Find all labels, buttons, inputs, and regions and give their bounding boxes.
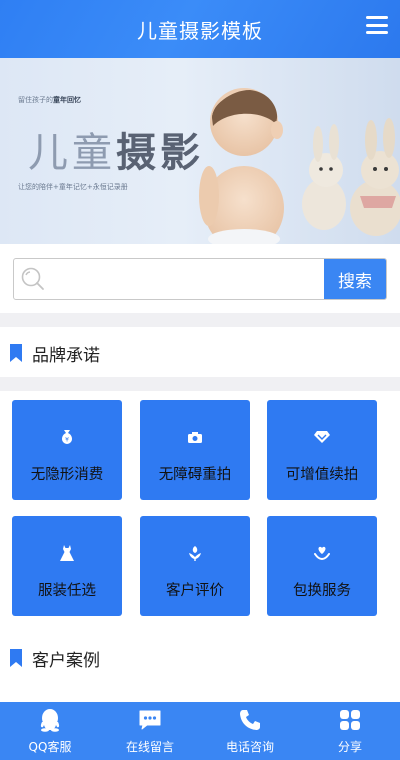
nav-item-qq[interactable]: QQ客服	[0, 702, 100, 760]
search-icon	[14, 259, 52, 299]
page-title: 儿童摄影模板	[137, 18, 263, 43]
svg-text:¥: ¥	[65, 437, 69, 444]
promise-card[interactable]: 包换服务	[267, 516, 377, 616]
promise-card-label: 服装任选	[38, 583, 96, 599]
nav-label: 在线留言	[125, 739, 174, 754]
section-title-label: 品牌承诺	[32, 345, 100, 366]
nav-label: QQ客服	[28, 739, 72, 754]
bottom-nav: QQ客服 在线留言 电话咨询 分享	[0, 702, 400, 760]
heart-hand-icon	[313, 544, 331, 562]
qq-icon	[38, 708, 62, 732]
hero-banner[interactable]: 留住孩子的童年回忆 儿童摄影 让您的陪伴+童年记忆+永恒记录册	[0, 58, 400, 244]
promise-card-label: 客户评价	[166, 583, 224, 599]
nav-label: 电话咨询	[225, 739, 274, 754]
nav-item-message[interactable]: 在线留言	[100, 702, 200, 760]
banner-subtitle: 让您的陪伴+童年记忆+永恒记录册	[18, 183, 128, 191]
section-title-cases: 客户案例	[10, 646, 100, 671]
search-button[interactable]: 搜索	[324, 259, 386, 299]
section-title-label: 客户案例	[32, 650, 100, 671]
phone-icon	[238, 708, 262, 732]
camera-icon	[186, 428, 204, 446]
promise-card-label: 可增值续拍	[285, 467, 359, 483]
promise-card[interactable]: 无障碍重拍	[140, 400, 250, 500]
search-input[interactable]	[52, 259, 324, 299]
bookmark-icon	[10, 344, 22, 362]
money-bag-icon: ¥	[58, 428, 76, 446]
promise-card[interactable]: ¥ 无隐形消费	[12, 400, 122, 500]
dress-icon	[58, 544, 76, 562]
nav-item-share[interactable]: 分享	[300, 702, 400, 760]
bookmark-icon	[10, 649, 22, 667]
app-header: 儿童摄影模板	[0, 0, 400, 58]
promise-card-label: 包换服务	[293, 583, 351, 599]
promise-card-label: 无隐形消费	[30, 467, 104, 483]
search-bar: 搜索	[13, 258, 387, 300]
banner-tagline: 留住孩子的童年回忆	[18, 96, 81, 104]
nav-label: 分享	[337, 739, 362, 754]
nav-item-phone[interactable]: 电话咨询	[200, 702, 300, 760]
flower-icon	[186, 544, 204, 562]
promise-card-label: 无障碍重拍	[158, 467, 232, 483]
section-title-brand: 品牌承诺	[10, 341, 100, 366]
diamond-icon	[313, 428, 331, 446]
menu-icon[interactable]	[366, 16, 388, 34]
message-icon	[138, 708, 162, 732]
section-divider	[0, 377, 400, 391]
banner-title: 儿童摄影	[28, 130, 204, 176]
promise-card[interactable]: 客户评价	[140, 516, 250, 616]
share-grid-icon	[338, 708, 362, 732]
promise-card[interactable]: 服装任选	[12, 516, 122, 616]
section-divider	[0, 313, 400, 327]
promise-card[interactable]: 可增值续拍	[267, 400, 377, 500]
